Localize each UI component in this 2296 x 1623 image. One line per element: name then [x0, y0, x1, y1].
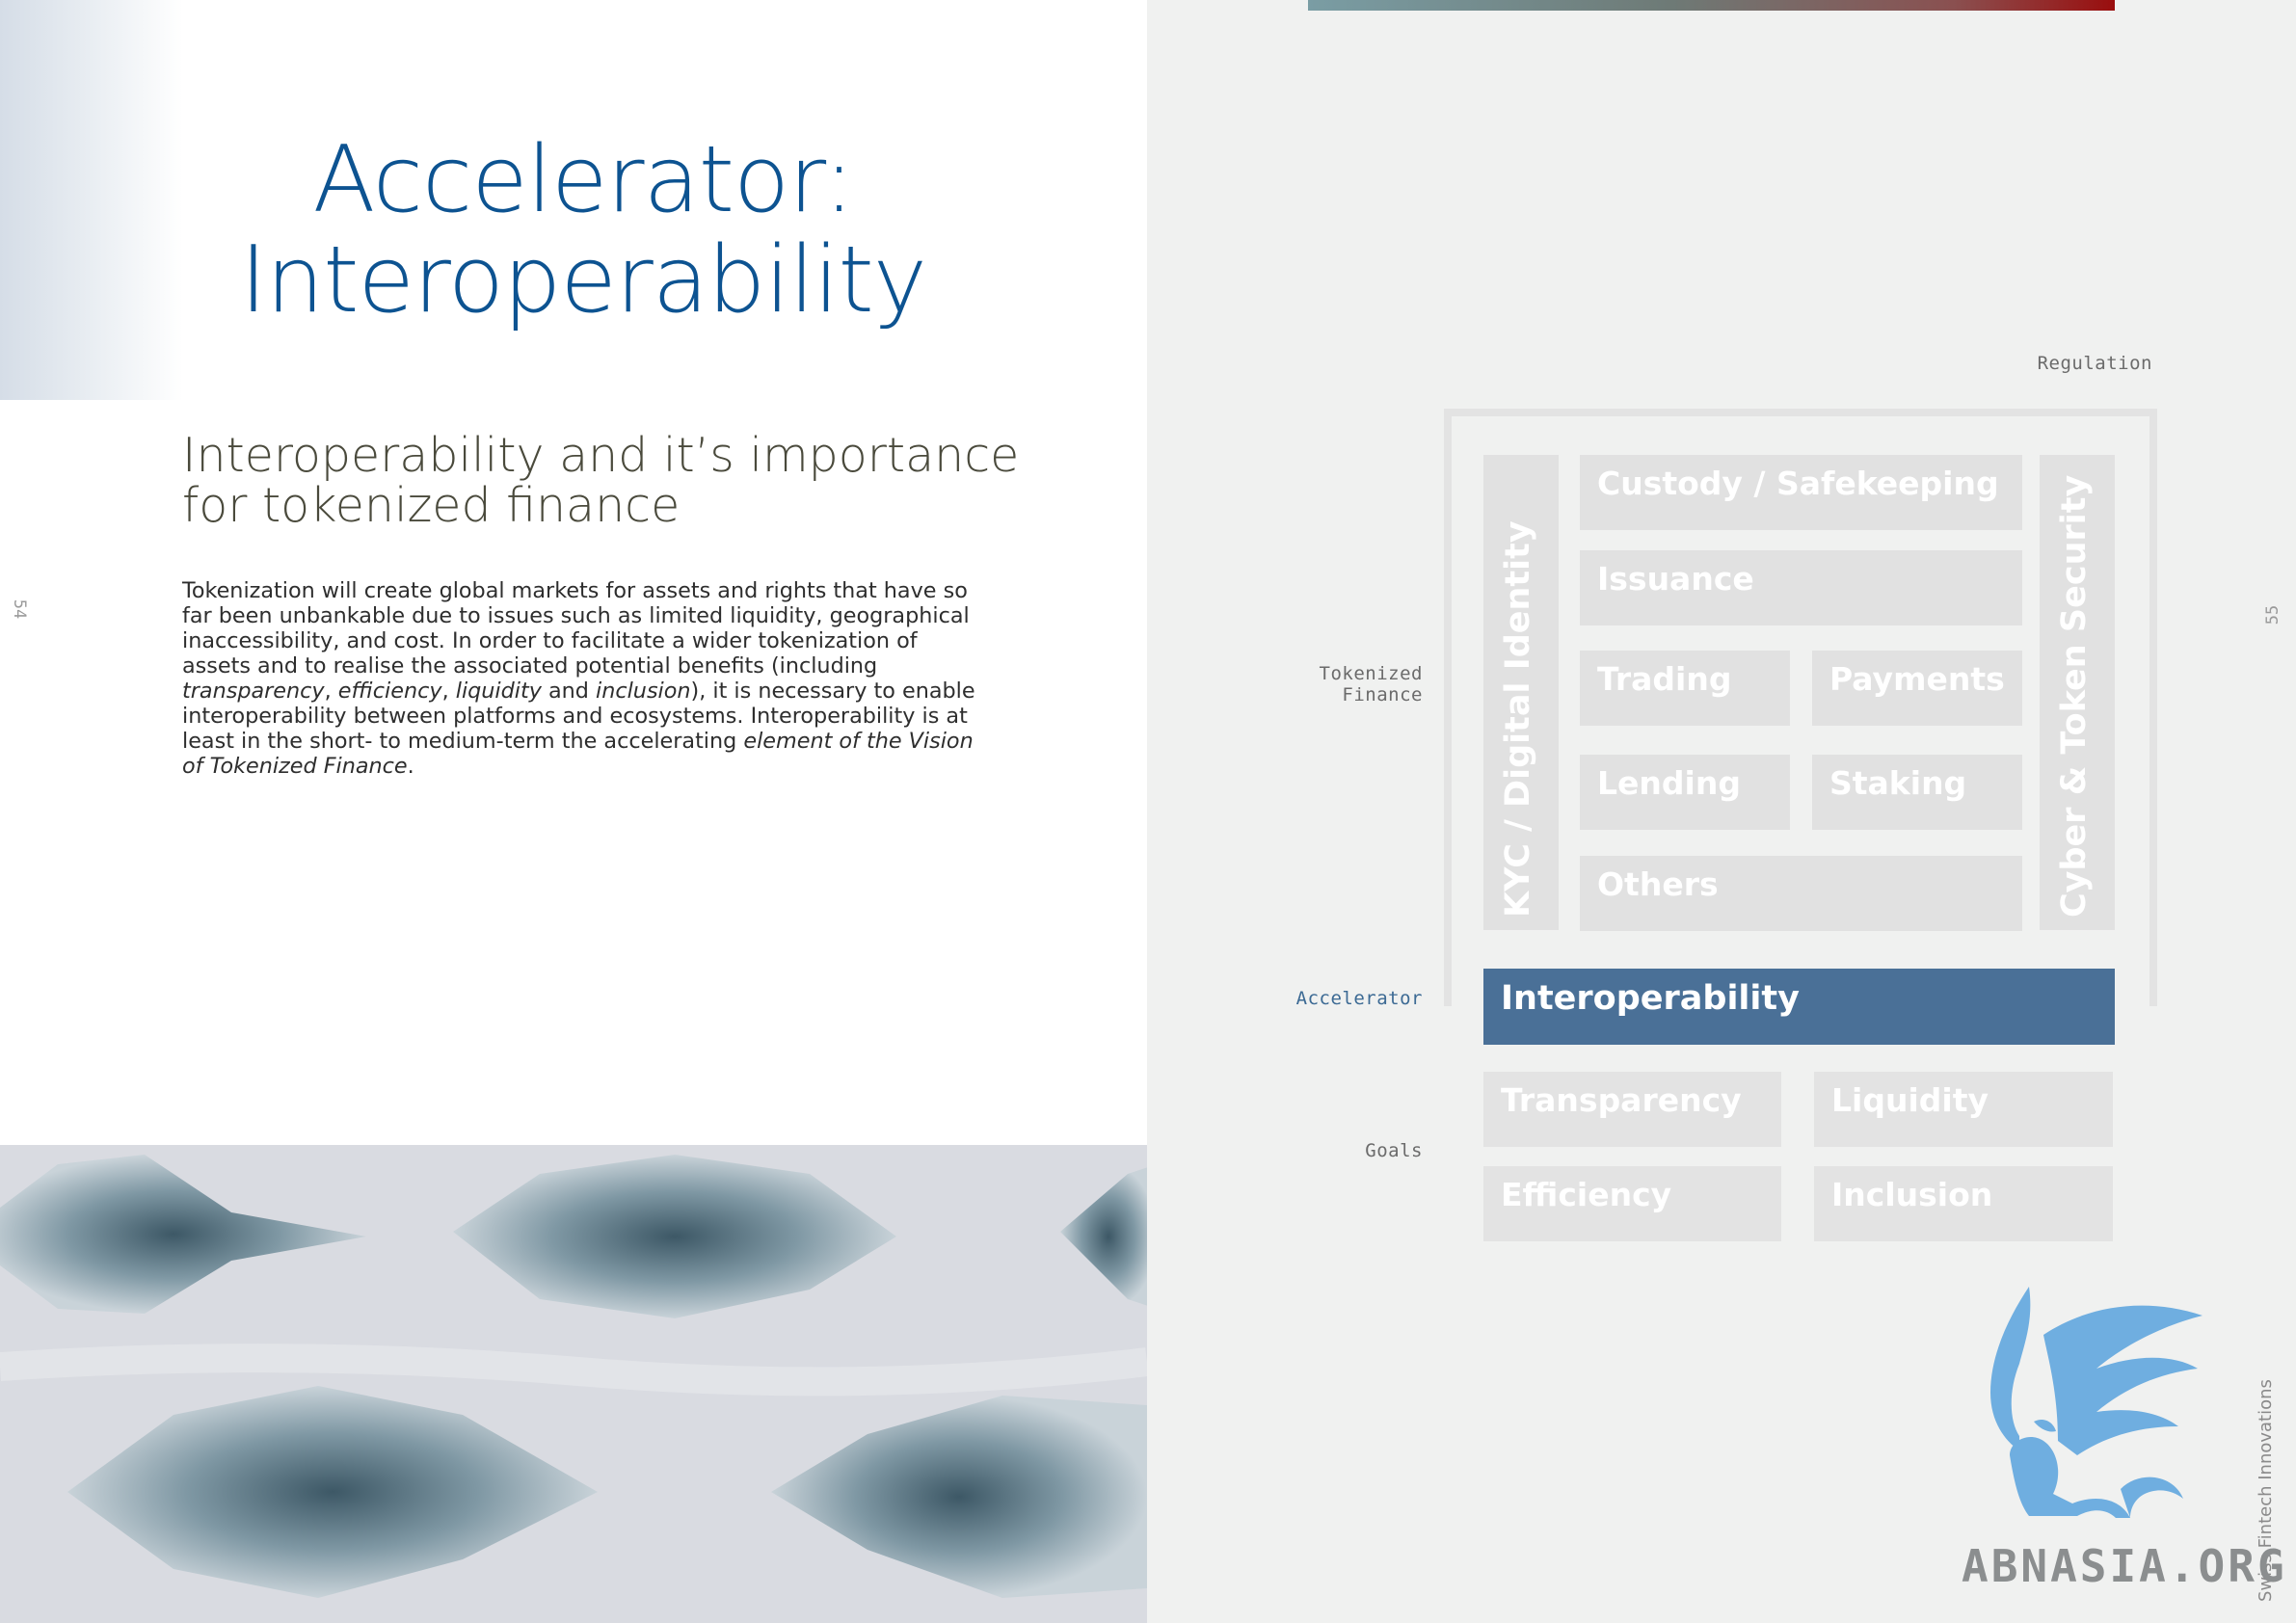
- gradient-strip: [0, 0, 183, 400]
- title-line-1: Accelerator:: [312, 127, 854, 233]
- label-regulation: Regulation: [2037, 353, 2152, 374]
- block-issuance: Issuance: [1580, 550, 2022, 625]
- block-others: Others: [1580, 856, 2022, 931]
- body-em-transparency: transparency: [182, 678, 325, 704]
- griffin-logo-icon: [1990, 1287, 2203, 1518]
- label-finance: Finance: [1342, 684, 1423, 705]
- body-paragraph: Tokenization will create global markets …: [182, 578, 992, 779]
- goal-liquidity: Liquidity: [1814, 1072, 2113, 1147]
- page-number-right-text: 55: [2263, 604, 2283, 625]
- subtitle-line-2: for tokenized finance: [182, 478, 681, 533]
- label-tokenized: Tokenized: [1319, 663, 1423, 684]
- body-text-3: .: [407, 754, 414, 779]
- subtitle-line-1: Interoperability and it’s importance: [182, 428, 1020, 483]
- title-line-2: Interoperability: [240, 227, 927, 333]
- block-trading: Trading: [1580, 651, 1790, 726]
- page-number-left-text: 54: [10, 599, 30, 620]
- body-em-efficiency: efficiency: [337, 678, 442, 704]
- body-em-inclusion: inclusion: [596, 678, 691, 704]
- accelerator-interoperability-block: Interoperability: [1483, 969, 2115, 1045]
- page-number-left: 54: [10, 599, 29, 619]
- goal-efficiency: Efficiency: [1483, 1166, 1781, 1241]
- watermark-text: ABNASIA.ORG: [1962, 1540, 2287, 1592]
- block-lending: Lending: [1580, 755, 1790, 830]
- crystal-pattern-svg: [0, 1145, 1147, 1623]
- pillar-kyc: KYC / Digital Identity: [1483, 455, 1559, 930]
- goal-transparency: Transparency: [1483, 1072, 1781, 1147]
- body-sep-2: ,: [441, 678, 456, 704]
- pillar-kyc-label: KYC / Digital Identity: [1499, 520, 1537, 918]
- label-accelerator: Accelerator: [1295, 988, 1423, 1009]
- goal-inclusion: Inclusion: [1814, 1166, 2113, 1241]
- body-sep-1: ,: [324, 678, 338, 704]
- body-text-1: Tokenization will create global markets …: [182, 578, 970, 678]
- body-sep-3: and: [541, 678, 597, 704]
- gradient-accent-bar: [1308, 0, 2115, 11]
- page-title: Accelerator: Interoperability: [174, 130, 993, 331]
- label-tokenized-finance: Tokenized Finance: [1253, 663, 1423, 705]
- section-subtitle: Interoperability and it’s importance for…: [182, 431, 1050, 531]
- page-number-right: 55: [2263, 605, 2283, 625]
- block-staking: Staking: [1812, 755, 2022, 830]
- label-goals: Goals: [1365, 1140, 1423, 1161]
- block-custody: Custody / Safekeeping: [1580, 455, 2022, 530]
- body-em-liquidity: liquidity: [455, 678, 542, 704]
- crystal-pattern-image: [0, 1145, 1147, 1623]
- pillar-cyber-label: Cyber & Token Security: [2055, 474, 2094, 918]
- pillar-cyber-security: Cyber & Token Security: [2040, 455, 2115, 930]
- left-page: Accelerator: Interoperability Interopera…: [0, 0, 1147, 1623]
- block-payments: Payments: [1812, 651, 2022, 726]
